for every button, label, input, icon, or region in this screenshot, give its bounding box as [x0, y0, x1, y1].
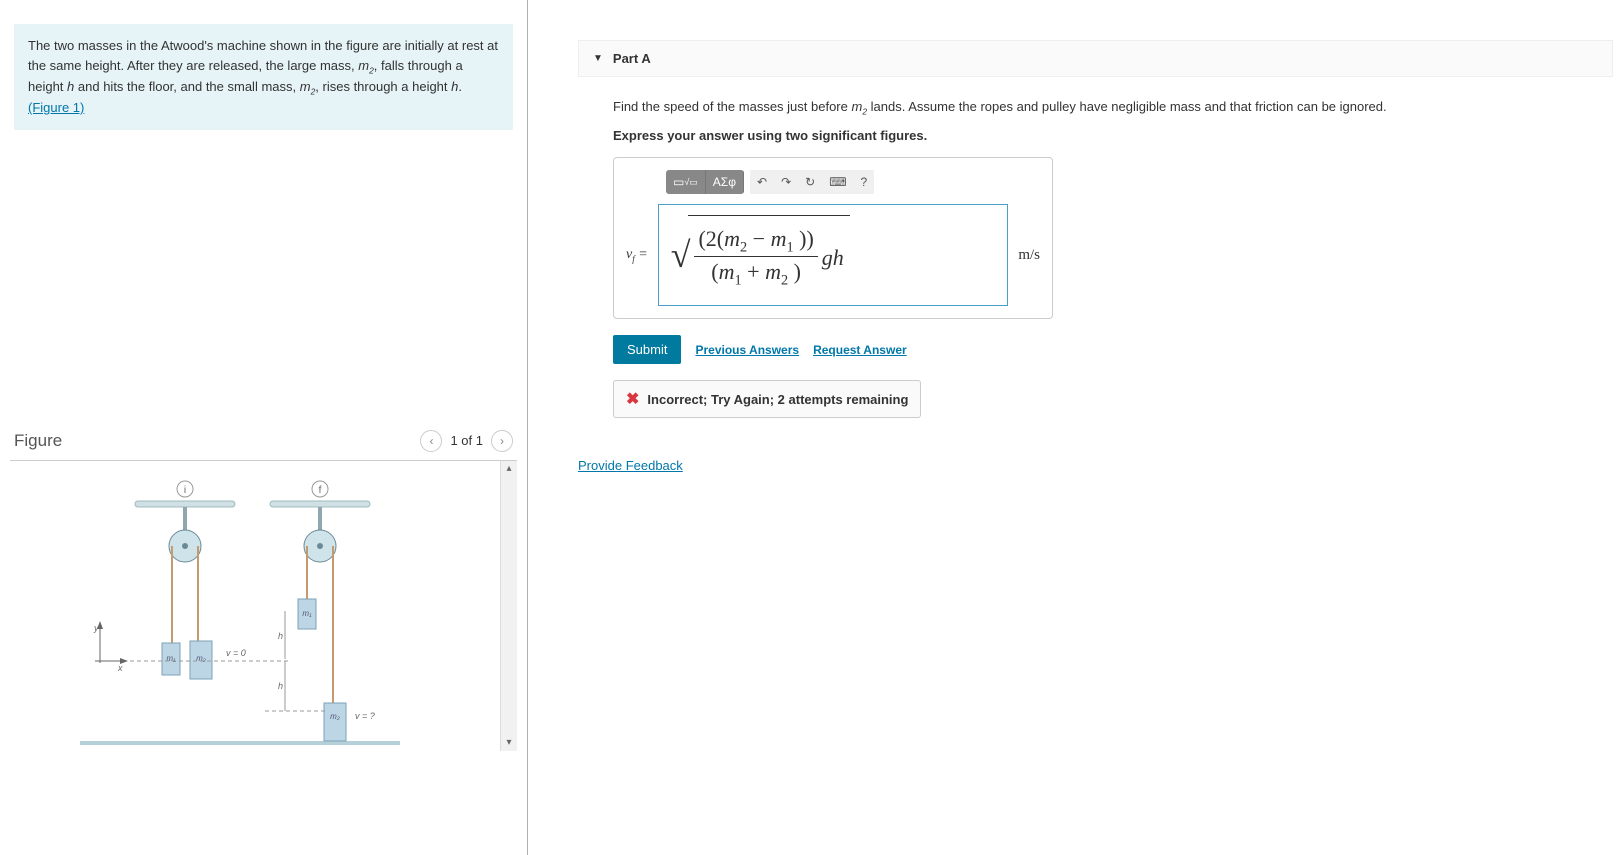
scroll-down-icon[interactable]: ▾	[501, 735, 517, 751]
problem-statement: The two masses in the Atwood's machine s…	[14, 24, 513, 130]
feedback-box: ✖ Incorrect; Try Again; 2 attempts remai…	[613, 380, 921, 418]
figure-section: Figure ‹ 1 of 1 › i	[10, 430, 517, 761]
svg-text:h: h	[278, 681, 283, 691]
equation-toolbar: ▭√▭ ΑΣφ ↶ ↷ ↻ ⌨ ?	[626, 170, 1040, 194]
svg-text:m₁: m₁	[302, 609, 312, 618]
prev-figure-button[interactable]: ‹	[420, 430, 442, 452]
sqrt-expression: √ (2(m2 − m1 )) (m1 + m2 ) gh	[671, 215, 850, 295]
figure-header: Figure ‹ 1 of 1 ›	[10, 430, 517, 461]
reset-button[interactable]: ↻	[798, 170, 822, 194]
action-row: Submit Previous Answers Request Answer	[613, 335, 1603, 364]
svg-text:m₂: m₂	[196, 654, 206, 663]
part-a-header[interactable]: ▼ Part A	[578, 40, 1613, 77]
figure-link[interactable]: (Figure 1)	[28, 100, 84, 115]
part-a-body: Find the speed of the masses just before…	[528, 77, 1623, 418]
figure-body: i f m₁ m₂	[10, 461, 500, 761]
help-button[interactable]: ?	[854, 170, 875, 194]
undo-button[interactable]: ↶	[750, 170, 774, 194]
instruction-text: Express your answer using two significan…	[613, 128, 1603, 143]
redo-button[interactable]: ↷	[774, 170, 798, 194]
figure-diagram: i f m₁ m₂	[80, 471, 400, 761]
keyboard-button[interactable]: ⌨	[822, 170, 853, 194]
figure-viewport: i f m₁ m₂	[10, 461, 517, 761]
provide-feedback-link[interactable]: Provide Feedback	[578, 458, 683, 473]
svg-text:v = 0: v = 0	[226, 648, 246, 658]
answer-input[interactable]: √ (2(m2 − m1 )) (m1 + m2 ) gh	[658, 204, 1009, 306]
svg-text:x: x	[117, 663, 123, 673]
m2-var: m2	[358, 58, 374, 73]
incorrect-icon: ✖	[626, 389, 639, 409]
state-i-label: i	[184, 485, 186, 496]
collapse-caret-icon: ▼	[593, 53, 603, 64]
equation-row: vf = √ (2(m2 − m1 )) (m1 + m2 ) gh m/	[626, 204, 1040, 306]
svg-text:v = ?: v = ?	[355, 711, 375, 721]
scroll-up-icon[interactable]: ▴	[501, 461, 517, 477]
figure-scrollbar[interactable]: ▴ ▾	[500, 461, 517, 751]
right-panel: ▼ Part A Find the speed of the masses ju…	[528, 0, 1623, 855]
left-panel: The two masses in the Atwood's machine s…	[0, 0, 527, 855]
question-text: Find the speed of the masses just before…	[613, 97, 1603, 118]
vf-label: vf =	[626, 247, 648, 264]
feedback-text: Incorrect; Try Again; 2 attempts remaini…	[647, 392, 908, 407]
template-button[interactable]: ▭√▭	[666, 170, 706, 194]
provide-feedback-section: Provide Feedback	[578, 458, 1623, 473]
next-figure-button[interactable]: ›	[491, 430, 513, 452]
request-answer-link[interactable]: Request Answer	[813, 343, 907, 357]
figure-pager: 1 of 1	[450, 433, 483, 448]
submit-button[interactable]: Submit	[613, 335, 681, 364]
part-a-title: Part A	[613, 51, 651, 66]
svg-text:y: y	[93, 623, 99, 633]
state-f-label: f	[319, 485, 322, 496]
svg-text:h: h	[278, 631, 283, 641]
unit-label: m/s	[1018, 247, 1040, 264]
figure-title: Figure	[14, 431, 62, 451]
svg-text:m₁: m₁	[166, 654, 176, 663]
svg-text:m₂: m₂	[330, 712, 340, 721]
answer-box: ▭√▭ ΑΣφ ↶ ↷ ↻ ⌨ ? vf = √ (2(m2 −	[613, 157, 1053, 319]
previous-answers-link[interactable]: Previous Answers	[695, 343, 799, 357]
figure-nav: ‹ 1 of 1 ›	[420, 430, 513, 452]
greek-button[interactable]: ΑΣφ	[706, 170, 744, 194]
